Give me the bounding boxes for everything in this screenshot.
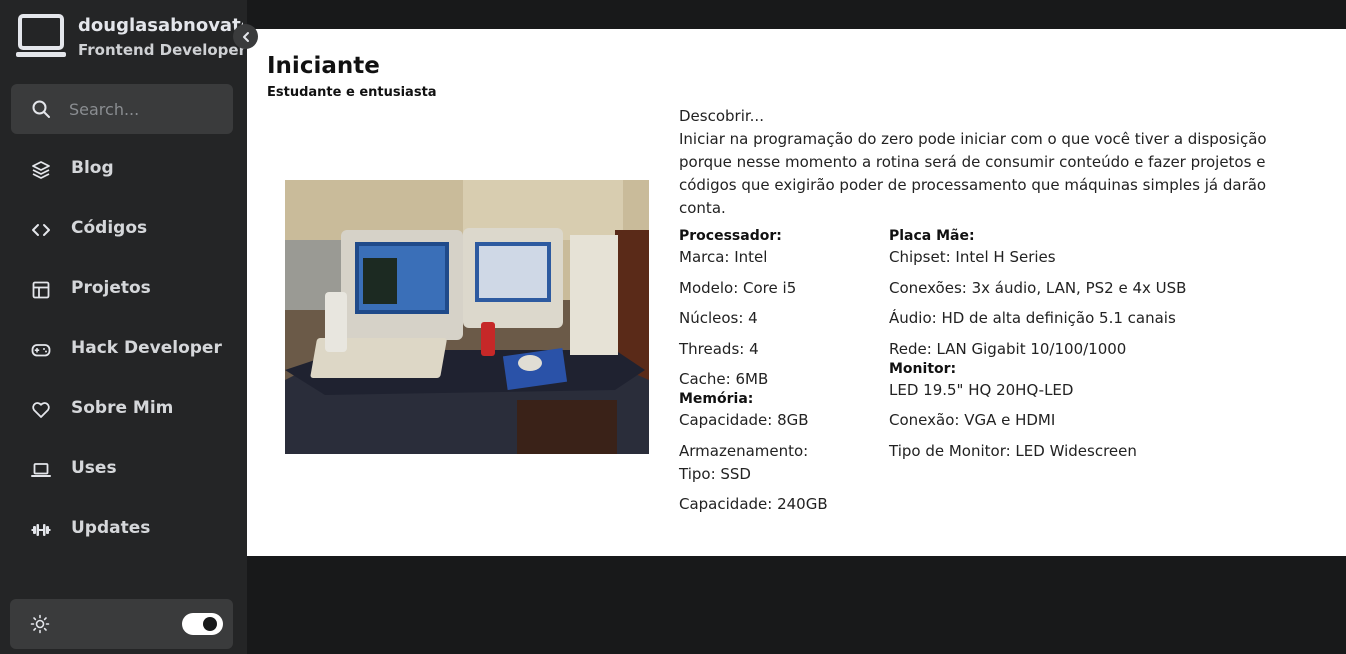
specs-column-right: Placa Mãe: Chipset: Intel H Series Conex…: [889, 227, 1309, 470]
placa-mae-heading: Placa Mãe:: [889, 228, 975, 244]
dark-mode-toggle[interactable]: [182, 613, 223, 635]
search-box[interactable]: [11, 84, 233, 134]
sidebar-item-hack-developer[interactable]: Hack Developer: [11, 320, 233, 380]
intro-text: Iniciar na programação do zero pode inic…: [679, 130, 1267, 217]
processador-threads: Threads: 4: [679, 339, 759, 358]
sidebar-item-sobre-mim[interactable]: Sobre Mim: [11, 380, 233, 440]
specs-column-left: Processador: Marca: Intel Modelo: Core i…: [679, 227, 879, 524]
intro-block: Descobrir... Iniciar na programação do z…: [679, 105, 1289, 220]
memoria-capacidade: Capacidade: 8GB: [679, 411, 809, 429]
sun-icon: [30, 614, 50, 634]
processador-cache: Cache: 6MB: [679, 370, 769, 388]
laptop-icon: [31, 463, 51, 477]
sidebar-item-updates[interactable]: Updates: [11, 500, 233, 560]
heart-icon: [32, 402, 50, 418]
placa-mae-chipset: Chipset: Intel H Series: [889, 248, 1056, 266]
dumbbell-icon: [31, 524, 51, 536]
sidebar-item-projetos[interactable]: Projetos: [11, 260, 233, 320]
processador-modelo: Modelo: Core i5: [679, 278, 797, 297]
page-subtitle: Estudante e entusiasta: [267, 85, 437, 100]
monitor-tipo: Tipo de Monitor: LED Widescreen: [889, 441, 1137, 460]
setup-photo: [285, 180, 649, 454]
armazenamento-tipo: Tipo: SSD: [679, 464, 751, 483]
chevron-left-icon: [242, 31, 249, 42]
sidebar-item-label: Projetos: [71, 278, 151, 298]
computer-desk-illustration: [285, 180, 649, 454]
search-input[interactable]: [69, 96, 224, 122]
gamepad-icon: [31, 344, 51, 357]
monitor-modelo: LED 19.5" HQ 20HQ-LED: [889, 380, 1074, 399]
theme-switcher: [10, 599, 233, 649]
placa-mae-rede: Rede: LAN Gigabit 10/100/1000: [889, 339, 1127, 358]
sidebar-item-label: Sobre Mim: [71, 398, 174, 418]
processador-nucleos: Núcleos: 4: [679, 309, 758, 327]
intro-heading: Descobrir...: [679, 107, 764, 125]
processador-marca: Marca: Intel: [679, 248, 768, 266]
placa-mae-conexoes: Conexões: 3x áudio, LAN, PS2 e 4x USB: [889, 278, 1187, 297]
monitor-conexao: Conexão: VGA e HDMI: [889, 411, 1056, 429]
sidebar-item-label: Códigos: [71, 218, 148, 238]
sidebar-item-label: Hack Developer: [71, 338, 222, 358]
profile-role: Frontend Developer: [78, 41, 246, 59]
page-title: Iniciante: [267, 53, 380, 79]
profile-name: douglasabnovato: [78, 15, 243, 36]
toggle-knob: [203, 617, 217, 631]
sidebar: douglasabnovato Frontend Developer Blog: [0, 0, 258, 654]
armazenamento-heading: Armazenamento:: [679, 441, 809, 460]
monitor-heading: Monitor:: [889, 360, 957, 377]
sidebar-item-label: Blog: [71, 158, 114, 178]
collapse-sidebar-button[interactable]: [233, 24, 258, 49]
laptop-icon: [16, 14, 66, 57]
layers-icon: [32, 161, 50, 179]
layout-icon: [32, 281, 50, 299]
sidebar-item-uses[interactable]: Uses: [11, 440, 233, 500]
armazenamento-capacidade: Capacidade: 240GB: [679, 495, 828, 513]
sidebar-item-codigos[interactable]: Códigos: [11, 200, 233, 260]
sidebar-item-blog[interactable]: Blog: [11, 140, 233, 200]
sidebar-item-label: Updates: [71, 518, 151, 538]
placa-mae-audio: Áudio: HD de alta definição 5.1 canais: [889, 309, 1176, 327]
uses-card: Iniciante Estudante e entusiasta Descobr…: [247, 29, 1346, 556]
sidebar-nav: Blog Códigos Projetos Hack Developer Sob…: [11, 140, 233, 560]
memoria-heading: Memória:: [679, 391, 754, 407]
sidebar-item-label: Uses: [71, 458, 117, 478]
search-icon: [32, 100, 50, 118]
code-icon: [32, 224, 50, 236]
processador-heading: Processador:: [679, 228, 782, 244]
profile-header: douglasabnovato Frontend Developer: [16, 12, 247, 62]
